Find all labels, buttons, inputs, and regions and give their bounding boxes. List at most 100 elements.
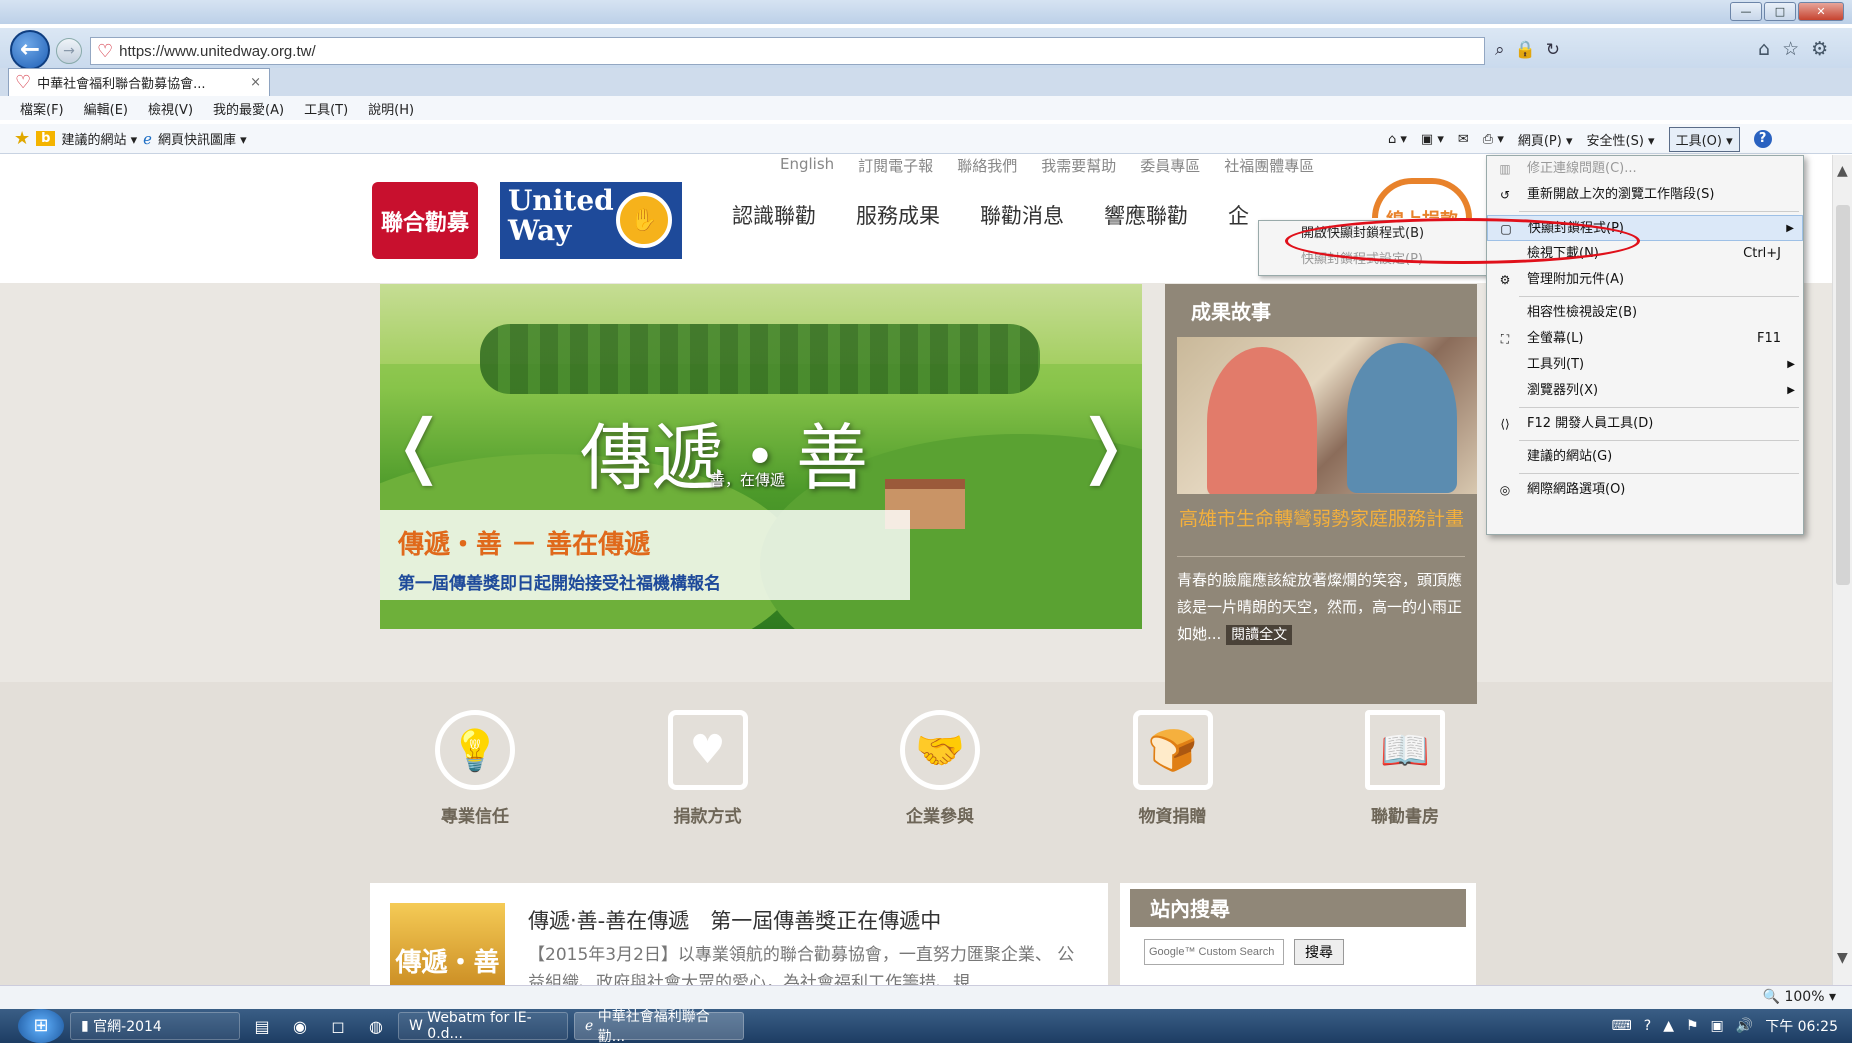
menu-item-fullscreen[interactable]: ⛶ 全螢幕(L) F11 <box>1487 326 1803 352</box>
safety-menu-button[interactable]: 安全性(S) ▾ <box>1587 130 1655 149</box>
menu-help[interactable]: 說明(H) <box>368 99 414 118</box>
minimize-button[interactable]: — <box>1730 2 1762 21</box>
menu-view[interactable]: 檢視(V) <box>148 99 193 118</box>
nav-news[interactable]: 聯勸消息 <box>980 200 1064 230</box>
feature-corporate[interactable]: 🤝 企業參與 <box>855 710 1025 827</box>
address-url[interactable]: https://www.unitedway.org.tw/ <box>119 43 315 60</box>
menu-edit[interactable]: 編輯(E) <box>84 99 128 118</box>
favorites-star-icon[interactable]: ☆ <box>1782 38 1799 60</box>
link-contact[interactable]: 聯絡我們 <box>957 155 1017 175</box>
hero-caption-subtitle: 第一屆傳善獎即日起開始接受社福機構報名 <box>398 574 721 594</box>
story-headline[interactable]: 高雄市生命轉彎弱勢家庭服務計畫 <box>1177 506 1465 532</box>
nav-results[interactable]: 服務成果 <box>856 200 940 230</box>
taskbar-word-item[interactable]: W Webatm for IE-0.d... <box>398 1010 568 1042</box>
favorites-star-icon[interactable]: ★ <box>14 128 30 149</box>
network-icon[interactable]: ▣ <box>1711 1018 1724 1034</box>
menu-item-fix-connection[interactable]: ▥ 修正連線問題(C)... <box>1487 156 1803 182</box>
search-row: 搜尋 <box>1130 939 1466 965</box>
feature-professional-trust[interactable]: 💡 專業信任 <box>390 710 560 827</box>
mail-icon[interactable]: ✉ <box>1458 132 1469 147</box>
scroll-up-arrow-icon[interactable]: ▲ <box>1837 163 1848 179</box>
menu-favorites[interactable]: 我的最愛(A) <box>213 99 284 118</box>
lock-icon[interactable]: 🔒 <box>1515 40 1536 60</box>
chrome-icon[interactable]: ◉ <box>284 1012 316 1040</box>
link-need-help[interactable]: 我需要幫助 <box>1041 155 1116 175</box>
home-icon[interactable]: ⌂ ▾ <box>1388 132 1407 147</box>
taskbar-item-label: 中華社會福利聯合勸... <box>597 1009 710 1043</box>
menu-separator <box>1519 440 1799 441</box>
link-english[interactable]: English <box>780 155 834 173</box>
hero-banner[interactable]: 傳遞‧善 善，在傳遞 ❬ ❭ 傳遞‧善 － 善在傳遞 第一屆傳善獎即日起開始接受… <box>380 284 1142 629</box>
gear-icon[interactable]: ⚙ <box>1811 38 1828 60</box>
taskbar-folder-item[interactable]: ▮ 官網-2014 <box>70 1012 240 1040</box>
help-tray-icon[interactable]: ? <box>1644 1018 1651 1034</box>
donate-online-button[interactable]: 線上捐款 <box>1372 178 1472 218</box>
rss-icon[interactable]: ▣ ▾ <box>1421 132 1444 147</box>
close-window-button[interactable]: ✕ <box>1798 2 1844 21</box>
menu-tools[interactable]: 工具(T) <box>304 99 348 118</box>
menu-item-manage-addons[interactable]: ⚙ 管理附加元件(A) <box>1487 267 1803 293</box>
link-social-welfare[interactable]: 社福團體專區 <box>1224 155 1314 175</box>
show-hidden-icons[interactable]: ▲ <box>1663 1018 1674 1034</box>
start-button[interactable]: ⊞ <box>18 1009 64 1043</box>
search-icon[interactable]: ⌕ <box>1495 40 1505 60</box>
web-slice-gallery-link[interactable]: 網頁快訊圖庫 ▾ <box>158 129 247 148</box>
volume-icon[interactable]: 🔊 <box>1736 1018 1753 1034</box>
united-way-cn-logo[interactable]: 聯合勸募 <box>372 182 478 259</box>
forward-button[interactable]: → <box>56 38 82 64</box>
menu-item-compat-view[interactable]: 相容性檢視設定(B) <box>1487 300 1803 326</box>
menu-item-toolbars[interactable]: 工具列(T) ▶ <box>1487 352 1803 378</box>
feature-goods-donation[interactable]: 🍞 物資捐贈 <box>1088 710 1258 827</box>
search-button[interactable]: 搜尋 <box>1294 939 1344 965</box>
explorer-icon[interactable]: ▤ <box>246 1012 278 1040</box>
tab-favicon-icon: ♡ <box>15 72 32 93</box>
taskbar-ie-item[interactable]: ℯ 中華社會福利聯合勸... <box>574 1009 744 1043</box>
scroll-down-arrow-icon[interactable]: ▼ <box>1837 950 1848 966</box>
vertical-scrollbar[interactable]: ▲ ▼ <box>1832 155 1852 985</box>
scrollbar-thumb[interactable] <box>1836 205 1850 585</box>
link-committee[interactable]: 委員專區 <box>1140 155 1200 175</box>
maximize-button[interactable]: □ <box>1764 2 1796 21</box>
print-icon[interactable]: ⎙ ▾ <box>1483 132 1504 147</box>
address-bar[interactable]: ♡ https://www.unitedway.org.tw/ <box>90 37 1485 65</box>
tab-close-icon[interactable]: × <box>250 75 261 90</box>
story-photo[interactable] <box>1177 337 1477 494</box>
menu-item-dev-tools[interactable]: ⟨⟩ F12 開發人員工具(D) <box>1487 411 1803 437</box>
refresh-icon[interactable]: ↻ <box>1546 40 1560 60</box>
tools-menu-button[interactable]: 工具(O) ▾ <box>1668 126 1740 152</box>
nav-about[interactable]: 認識聯勸 <box>732 200 816 230</box>
menu-item-explorer-bars[interactable]: 瀏覽器列(X) ▶ <box>1487 378 1803 404</box>
hero-caption[interactable]: 傳遞‧善 － 善在傳遞 第一屆傳善獎即日起開始接受社福機構報名 <box>380 510 910 600</box>
clock[interactable]: 下午 06:25 <box>1765 1016 1838 1036</box>
nav-corporate[interactable]: 企 <box>1228 200 1249 230</box>
page-menu-button[interactable]: 網頁(P) ▾ <box>1518 130 1573 149</box>
menu-item-suggested-sites[interactable]: 建議的網站(G) <box>1487 444 1803 470</box>
outlook-icon[interactable]: ◻ <box>322 1012 354 1040</box>
search-input[interactable] <box>1144 939 1284 965</box>
feature-donation-methods[interactable]: ♥ 捐款方式 <box>623 710 793 827</box>
suggested-sites-link[interactable]: 建議的網站 ▾ <box>61 129 137 148</box>
link-newsletter[interactable]: 訂閱電子報 <box>858 155 933 175</box>
firefox-icon[interactable]: ◍ <box>360 1012 392 1040</box>
hero-next-arrow-icon[interactable]: ❭ <box>1073 404 1132 486</box>
read-more-button[interactable]: 閱讀全文 <box>1226 625 1293 645</box>
site-search-panel: 站內搜尋 搜尋 <box>1120 883 1476 985</box>
feature-library[interactable]: 📖 聯勸書房 <box>1320 710 1490 827</box>
keyboard-icon[interactable]: ⌨ <box>1612 1018 1632 1034</box>
menu-item-reopen-session[interactable]: ↺ 重新開啟上次的瀏覽工作階段(S) <box>1487 182 1803 208</box>
news-title[interactable]: 傳遞‧善-善在傳遞 第一屆傳善獎正在傳遞中 <box>528 905 941 935</box>
zoom-control[interactable]: 🔍 100% ▾ <box>1763 989 1836 1005</box>
hero-prev-arrow-icon[interactable]: ❬ <box>390 404 449 486</box>
feature-label: 物資捐贈 <box>1138 807 1207 827</box>
united-way-logo[interactable]: United Way ✋ <box>500 182 682 259</box>
help-icon[interactable]: ? <box>1753 130 1772 148</box>
tab-unitedway[interactable]: ♡ 中華社會福利聯合勸募協會... × <box>8 68 270 96</box>
news-thumbnail[interactable]: 傳遞‧善 <box>390 903 505 985</box>
flag-icon[interactable]: ⚑ <box>1686 1018 1699 1034</box>
home-icon[interactable]: ⌂ <box>1758 38 1770 60</box>
nav-support[interactable]: 響應聯勸 <box>1104 200 1188 230</box>
submenu-arrow-icon: ▶ <box>1787 385 1795 396</box>
back-button[interactable]: ← <box>10 30 50 70</box>
menu-file[interactable]: 檔案(F) <box>20 99 64 118</box>
menu-item-internet-options[interactable]: ◎ 網際網路選項(O) <box>1487 477 1803 503</box>
